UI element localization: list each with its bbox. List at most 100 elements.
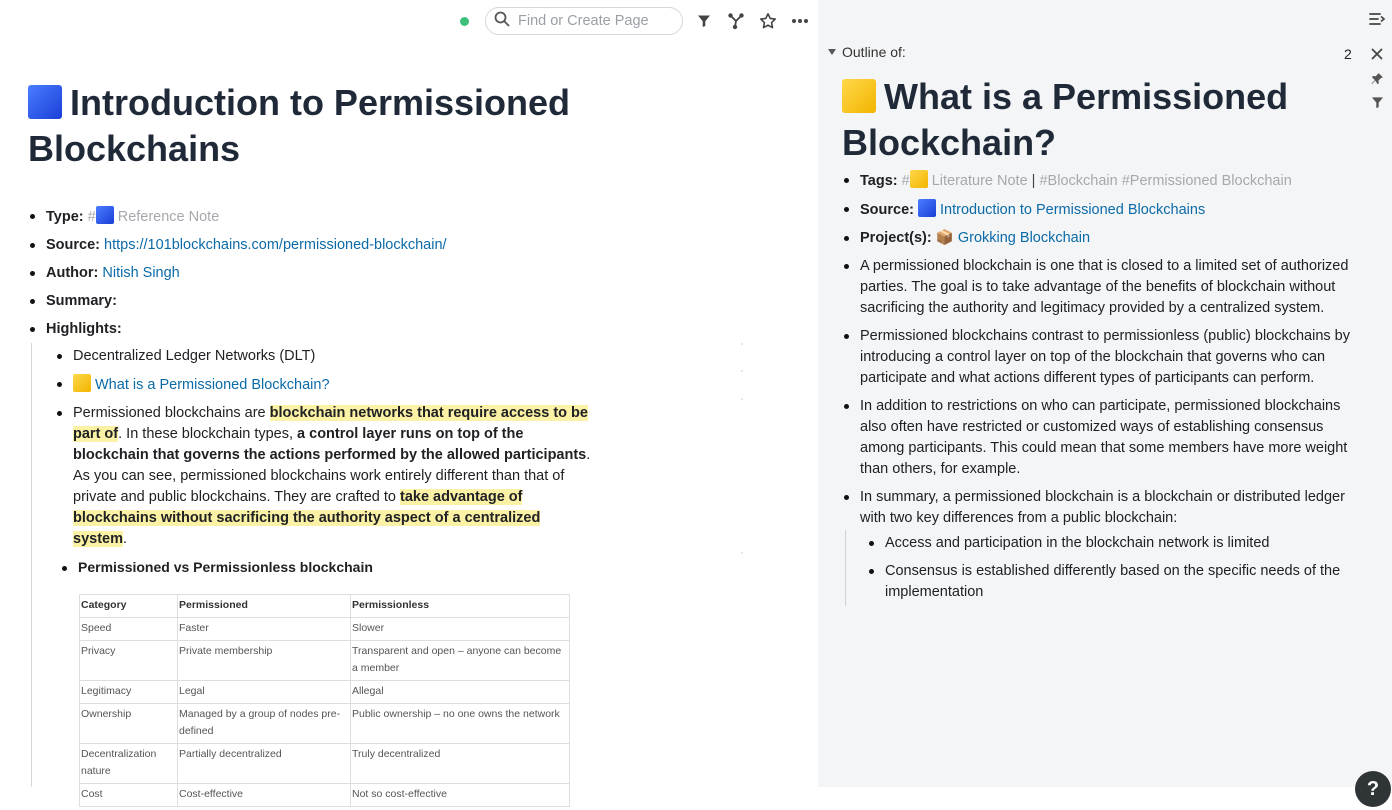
star-icon[interactable] (757, 10, 779, 32)
help-icon: ? (1366, 777, 1380, 800)
table-cell: Decentralization nature (79, 743, 178, 784)
table-row: Legitimacy Legal Allegal (79, 680, 570, 704)
page-title[interactable]: Introduction to Permissioned Blockchains (28, 80, 648, 172)
tag-hash: # (87, 209, 96, 225)
property-key: Tags: (860, 173, 898, 189)
table-row: Decentralization nature Partially decentr… (79, 743, 570, 784)
table-cell: Allegal (350, 680, 570, 704)
author-link[interactable]: Nitish Singh (102, 265, 179, 281)
tag-hash: # (901, 173, 910, 189)
table-row: Cost Cost-effective Not so cost-effective (79, 783, 570, 807)
tag-blockchain[interactable]: #Blockchain (1039, 173, 1117, 189)
table-row: Privacy Private membership Transparent and… (79, 640, 570, 681)
search-input[interactable] (516, 12, 680, 30)
block-text: In addition to restrictions on who can p… (860, 398, 1348, 477)
project-link[interactable]: Grokking Blockchain (958, 230, 1090, 246)
list-item[interactable]: In summary, a permissioned blockchain is… (842, 487, 1370, 529)
divider-dot (741, 343, 743, 345)
property-key: Source: (46, 237, 100, 253)
page-link[interactable]: What is a Permissioned Blockchain? (95, 377, 330, 393)
table-cell: Speed (79, 617, 178, 641)
property-highlights[interactable]: Highlights: (28, 319, 628, 340)
property-source[interactable]: Source: https://101blockchains.com/permi… (28, 235, 628, 256)
sidebar-title-text: What is a Permissioned Blockchain? (842, 76, 1289, 163)
property-key: Highlights: (46, 321, 122, 337)
property-key: Author: (46, 265, 99, 281)
table-cell: Transparent and open – anyone can become… (350, 640, 570, 681)
property-projects[interactable]: Project(s): 📦 Grokking Blockchain (842, 228, 1370, 249)
column-header: Permissioned (177, 594, 351, 618)
table-cell: Cost (79, 783, 178, 807)
column-header: Permissionless (350, 594, 570, 618)
page-title-text: Introduction to Permissioned Blockchains (28, 82, 571, 169)
tag-reference-note[interactable]: Reference Note (118, 209, 220, 225)
property-source[interactable]: Source: Introduction to Permissioned Blo… (842, 199, 1370, 221)
table-cell: Ownership (79, 703, 178, 744)
tag-separator: | (1031, 173, 1036, 189)
blue-square-emoji-icon (28, 85, 62, 119)
sidebar-toggle-icon[interactable] (1368, 10, 1386, 28)
package-icon: 📦 (935, 230, 954, 246)
block-text: . In these blockchain types, (118, 426, 298, 442)
top-toolbar (460, 6, 811, 36)
yellow-square-emoji-icon (73, 374, 91, 392)
source-page-link[interactable]: Introduction to Permissioned Blockchains (940, 202, 1205, 218)
table-cell: Not so cost-effective (350, 783, 570, 807)
table-row: Speed Faster Slower (79, 617, 570, 641)
table-cell: Legitimacy (79, 680, 178, 704)
graph-icon[interactable] (725, 10, 747, 32)
filter-icon[interactable] (1368, 93, 1386, 111)
tag-literature-note[interactable]: Literature Note (932, 173, 1028, 189)
property-tags[interactable]: Tags: # Literature Note | #Blockchain #Pe… (842, 170, 1370, 192)
property-summary[interactable]: Summary: (28, 291, 628, 312)
source-link[interactable]: https://101blockchains.com/permissioned-… (104, 237, 447, 253)
close-icon[interactable] (1368, 45, 1386, 63)
table-cell: Cost-effective (177, 783, 351, 807)
sidebar-page-title[interactable]: What is a Permissioned Blockchain? (842, 74, 1362, 166)
list-item[interactable]: Permissioned blockchains are blockchain … (55, 403, 595, 550)
table-cell: Truly decentralized (350, 743, 570, 784)
help-button[interactable]: ? (1355, 771, 1391, 807)
table-row: Ownership Managed by a group of nodes pre… (79, 703, 570, 744)
block-text: Permissioned blockchains are (73, 405, 270, 421)
list-item[interactable]: What is a Permissioned Blockchain? (55, 374, 595, 396)
outline-header[interactable]: Outline of: (828, 44, 906, 60)
yellow-square-emoji-icon (842, 79, 876, 113)
property-type[interactable]: Type: # Reference Note (28, 206, 628, 228)
properties-list: Type: # Reference Note Source: https://10… (28, 206, 628, 347)
panel-count: 2 (1344, 46, 1352, 62)
table-cell: Public ownership – no one owns the netwo… (350, 703, 570, 744)
list-item[interactable]: In addition to restrictions on who can p… (842, 396, 1370, 480)
blue-square-emoji-icon (918, 199, 937, 217)
list-item[interactable]: Decentralized Ledger Networks (DLT) (55, 346, 595, 367)
tag-permissioned-blockchain[interactable]: #Permissioned Blockchain (1122, 173, 1292, 189)
property-key: Project(s): (860, 230, 932, 246)
column-header: Category (79, 594, 178, 618)
more-icon[interactable] (789, 10, 811, 32)
sidebar-blocks: Tags: # Literature Note | #Blockchain #Pe… (842, 170, 1370, 536)
main-content: Introduction to Permissioned Blockchains… (0, 0, 818, 810)
table-cell: Private membership (177, 640, 351, 681)
search-box[interactable] (485, 7, 683, 35)
block-text: Access and participation in the blockcha… (885, 535, 1270, 551)
list-item[interactable]: A permissioned blockchain is one that is… (842, 256, 1370, 319)
list-item[interactable]: Access and participation in the blockcha… (867, 533, 1357, 554)
property-key: Type: (46, 209, 84, 225)
property-author[interactable]: Author: Nitish Singh (28, 263, 628, 284)
list-item[interactable]: Permissioned blockchains contrast to per… (842, 326, 1370, 389)
block-text: Decentralized Ledger Networks (DLT) (73, 348, 316, 364)
right-sidebar: Outline of: 2 What is a Permissioned Blo… (818, 0, 1392, 787)
highlights-list: Decentralized Ledger Networks (DLT) What… (55, 346, 595, 557)
block-text: In summary, a permissioned blockchain is… (860, 489, 1345, 526)
property-key: Source: (860, 202, 914, 218)
filter-icon[interactable] (693, 10, 715, 32)
sync-status-indicator (460, 16, 469, 26)
highlights-children: Decentralized Ledger Networks (DLT) What… (31, 343, 744, 807)
nested-list: Access and participation in the blockcha… (867, 533, 1357, 610)
outline-label: Outline of: (842, 44, 906, 60)
blue-square-emoji-icon (95, 206, 114, 224)
pin-icon[interactable] (1368, 70, 1386, 88)
divider-dot (741, 370, 743, 372)
list-item[interactable]: Consensus is established differently bas… (867, 561, 1357, 603)
comparison-table-image: Category Permissioned Permissionless Spe… (79, 594, 570, 807)
